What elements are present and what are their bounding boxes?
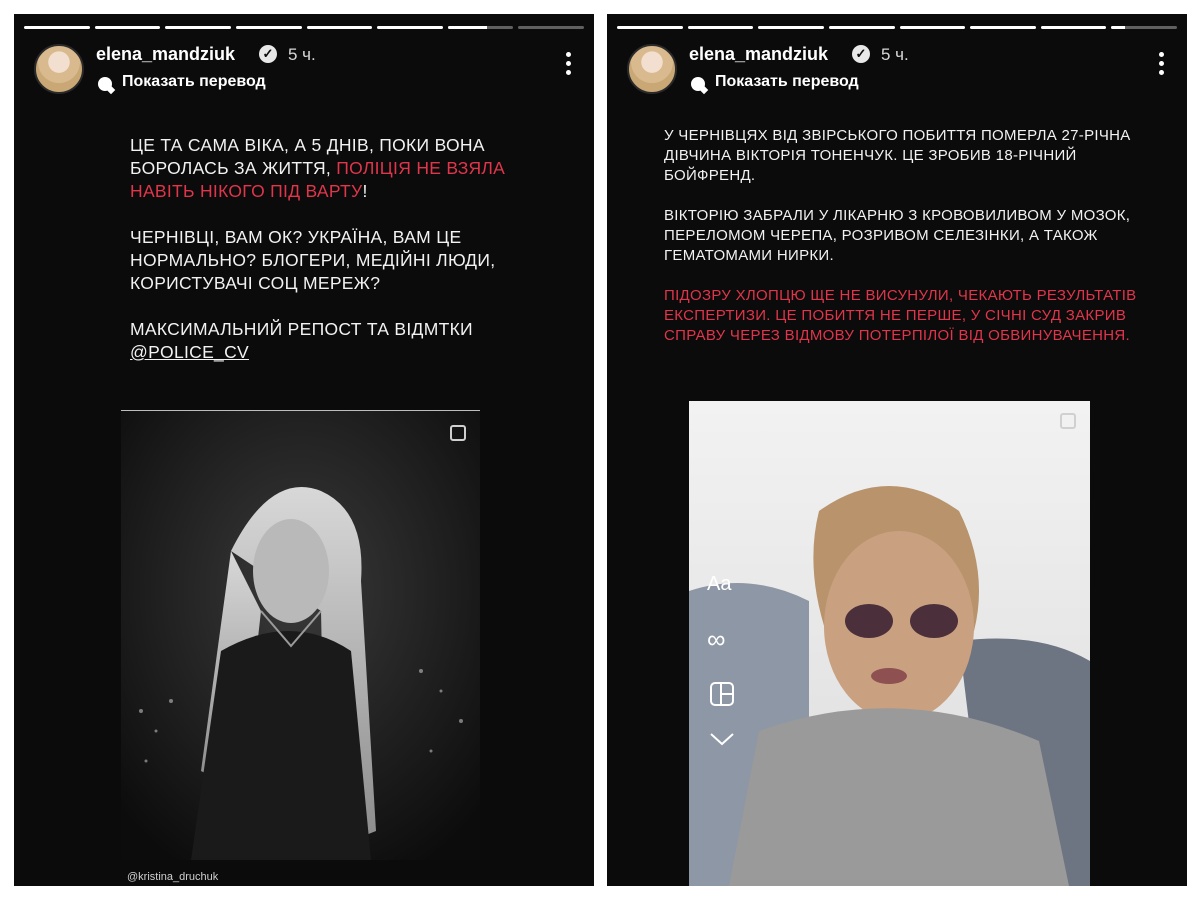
- username[interactable]: elena_mandziuk: [96, 44, 235, 65]
- post-time: 5 ч.: [881, 45, 909, 64]
- progress-segment: [165, 26, 231, 29]
- story-text: ЦЕ ТА САМА ВІКА, А 5 ДНІВ, ПОКИ ВОНА БОР…: [130, 134, 510, 364]
- story-photo: Aa ∞: [689, 401, 1090, 886]
- progress-segment: [1111, 26, 1177, 29]
- story-paragraph: ЦЕ ТА САМА ВІКА, А 5 ДНІВ, ПОКИ ВОНА БОР…: [130, 134, 510, 203]
- progress-segment: [306, 26, 373, 29]
- mention-link[interactable]: @POLICE_CV: [130, 342, 249, 362]
- highlighted-text: ПІДОЗРУ ХЛОПЦЮ ЩЕ НЕ ВИСУНУЛИ, ЧЕКАЮТЬ Р…: [664, 287, 1137, 344]
- progress-segment: [377, 26, 443, 29]
- portrait-image: [121, 411, 480, 860]
- story-left[interactable]: elena_mandziuk ✓ 5 ч. Показать перевод Ц…: [14, 14, 594, 886]
- more-options-icon[interactable]: [566, 52, 572, 75]
- injury-photo-image: [689, 401, 1090, 886]
- translate-icon: [98, 77, 112, 91]
- show-translation-button[interactable]: Показать перевод: [122, 73, 266, 91]
- story-paragraph: МАКСИМАЛЬНИЙ РЕПОСТ ТА ВІДМТКИ @POLICE_CV: [130, 318, 510, 364]
- progress-segment: [235, 26, 302, 29]
- show-translation-button[interactable]: Показать перевод: [715, 73, 859, 91]
- progress-segment: [899, 26, 966, 29]
- story-right[interactable]: elena_mandziuk ✓ 5 ч. Показать перевод У…: [607, 14, 1187, 886]
- more-options-icon[interactable]: [1159, 52, 1165, 75]
- progress-segment: [518, 26, 584, 29]
- verified-icon: ✓: [259, 45, 277, 63]
- username[interactable]: elena_mandziuk: [689, 44, 828, 65]
- chevron-down-icon[interactable]: [709, 731, 735, 747]
- story-photo: [121, 410, 480, 860]
- story-paragraph: ЧЕРНІВЦІ, ВАМ ОК? УКРАЇНА, ВАМ ЦЕ НОРМАЛ…: [130, 227, 496, 293]
- progress-segment: [617, 26, 683, 29]
- post-time: 5 ч.: [288, 45, 316, 64]
- avatar[interactable]: [34, 44, 84, 94]
- copy-icon: [450, 425, 466, 441]
- progress-segment: [1040, 26, 1107, 29]
- copy-icon: [1060, 413, 1076, 429]
- progress-segment: [447, 26, 514, 29]
- progress-segment: [94, 26, 161, 29]
- story-text: У ЧЕРНІВЦЯХ ВІД ЗВІРСЬКОГО ПОБИТТЯ ПОМЕР…: [664, 126, 1154, 366]
- story-text-span: МАКСИМАЛЬНИЙ РЕПОСТ ТА ВІДМТКИ: [130, 319, 473, 339]
- translate-icon: [691, 77, 705, 91]
- story-text-span: !: [362, 181, 368, 201]
- progress-segment: [828, 26, 895, 29]
- verified-icon: ✓: [852, 45, 870, 63]
- progress-segment: [970, 26, 1036, 29]
- boomerang-icon[interactable]: ∞: [707, 624, 726, 655]
- story-paragraph: ВІКТОРІЮ ЗАБРАЛИ У ЛІКАРНЮ З КРОВОВИЛИВО…: [664, 207, 1131, 264]
- avatar[interactable]: [627, 44, 677, 94]
- story-progress-bar: [617, 26, 1177, 29]
- progress-segment: [687, 26, 754, 29]
- progress-segment: [758, 26, 824, 29]
- story-paragraph: У ЧЕРНІВЦЯХ ВІД ЗВІРСЬКОГО ПОБИТТЯ ПОМЕР…: [664, 127, 1131, 184]
- photo-credit: @kristina_druchuk: [127, 871, 219, 883]
- story-progress-bar: [24, 26, 584, 29]
- layout-icon[interactable]: [710, 682, 734, 706]
- text-tool-icon[interactable]: Aa: [707, 573, 731, 596]
- progress-segment: [24, 26, 90, 29]
